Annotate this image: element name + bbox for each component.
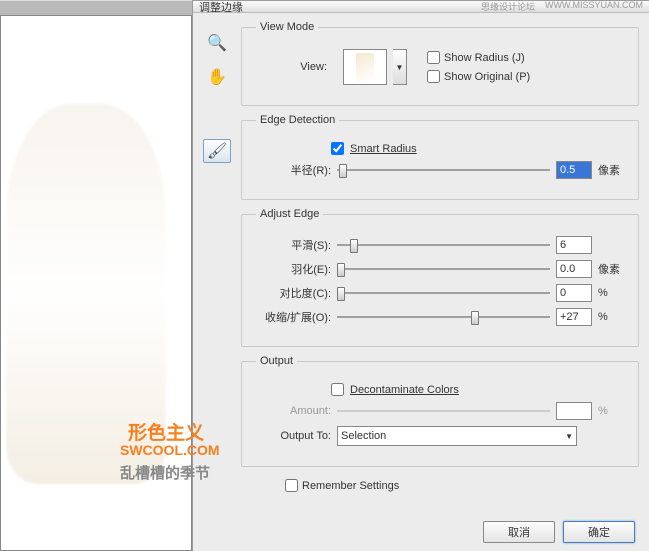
feather-input[interactable] — [556, 260, 592, 278]
output-to-select[interactable]: Selection ▼ — [337, 426, 577, 446]
refine-radius-tool[interactable]: 🖌 — [203, 139, 231, 163]
radius-slider[interactable] — [337, 162, 550, 178]
amount-unit: % — [598, 405, 624, 417]
amount-label: Amount: — [256, 405, 331, 417]
contrast-input[interactable] — [556, 284, 592, 302]
output-to-label: Output To: — [256, 430, 331, 442]
feather-unit: 像素 — [598, 261, 624, 277]
watermark-brand-en: SWCOOL.COM — [120, 442, 220, 458]
dialog-buttons: 取消 确定 — [483, 521, 635, 543]
hand-tool[interactable]: ✋ — [203, 65, 231, 89]
decontaminate-label: Decontaminate Colors — [350, 384, 459, 396]
smart-radius-label: Smart Radius — [350, 143, 417, 155]
edge-detection-group: Edge Detection Smart Radius 半径(R): 像素 — [241, 114, 639, 200]
watermark-brand-cn: 形色主义 — [128, 418, 204, 445]
tool-column: 🔍 ✋ 🖌 — [201, 21, 233, 513]
shift-unit: % — [598, 311, 624, 323]
adjust-edge-group: Adjust Edge 平滑(S): 羽化(E): 像素 对比度(C): — [241, 208, 639, 347]
view-mode-group: View Mode View: ▼ Show Radius (J) Show O… — [241, 21, 639, 106]
smooth-slider[interactable] — [337, 237, 550, 253]
remember-checkbox[interactable] — [285, 479, 298, 492]
show-radius-check[interactable]: Show Radius (J) — [427, 51, 530, 64]
output-legend: Output — [256, 355, 297, 367]
magnifier-icon: 🔍 — [207, 33, 227, 53]
show-original-check[interactable]: Show Original (P) — [427, 70, 530, 83]
view-dropdown-arrow[interactable]: ▼ — [393, 49, 407, 85]
amount-slider — [337, 403, 550, 419]
adjust-edge-legend: Adjust Edge — [256, 208, 323, 220]
shift-input[interactable] — [556, 308, 592, 326]
shift-slider[interactable] — [337, 309, 550, 325]
site-watermark: WWW.MISSYUAN.COM — [545, 0, 643, 13]
radius-label: 半径(R): — [256, 162, 331, 178]
output-group: Output Decontaminate Colors Amount: % Ou… — [241, 355, 639, 467]
remember-settings-check[interactable]: Remember Settings — [241, 475, 639, 492]
cancel-button[interactable]: 取消 — [483, 521, 555, 543]
dialog-title: 调整边缘 — [199, 0, 243, 15]
smooth-label: 平滑(S): — [256, 237, 331, 253]
radius-unit: 像素 — [598, 162, 624, 178]
view-thumbnail[interactable] — [343, 49, 387, 85]
watermark-tagline: 乱槽槽的季节 — [120, 462, 210, 483]
amount-input — [556, 402, 592, 420]
view-mode-legend: View Mode — [256, 21, 318, 33]
brush-icon: 🖌 — [207, 141, 227, 161]
refine-edge-dialog: 调整边缘 思缘设计论坛 WWW.MISSYUAN.COM 🔍 ✋ 🖌 View … — [192, 0, 649, 551]
view-label: View: — [256, 61, 331, 73]
chevron-down-icon: ▼ — [565, 432, 573, 441]
edge-detection-legend: Edge Detection — [256, 114, 339, 126]
radius-input[interactable] — [556, 161, 592, 179]
show-original-checkbox[interactable] — [427, 70, 440, 83]
forum-watermark: 思缘设计论坛 — [481, 0, 535, 13]
contrast-label: 对比度(C): — [256, 285, 331, 301]
zoom-tool[interactable]: 🔍 — [203, 31, 231, 55]
contrast-slider[interactable] — [337, 285, 550, 301]
show-radius-checkbox[interactable] — [427, 51, 440, 64]
contrast-unit: % — [598, 287, 624, 299]
feather-label: 羽化(E): — [256, 261, 331, 277]
dialog-title-bar: 调整边缘 思缘设计论坛 WWW.MISSYUAN.COM — [193, 1, 649, 13]
smart-radius-checkbox[interactable] — [331, 142, 344, 155]
feather-slider[interactable] — [337, 261, 550, 277]
smooth-input[interactable] — [556, 236, 592, 254]
shift-label: 收缩/扩展(O): — [256, 309, 331, 325]
hand-icon: ✋ — [207, 67, 227, 87]
ok-button[interactable]: 确定 — [563, 521, 635, 543]
decontaminate-checkbox[interactable] — [331, 383, 344, 396]
